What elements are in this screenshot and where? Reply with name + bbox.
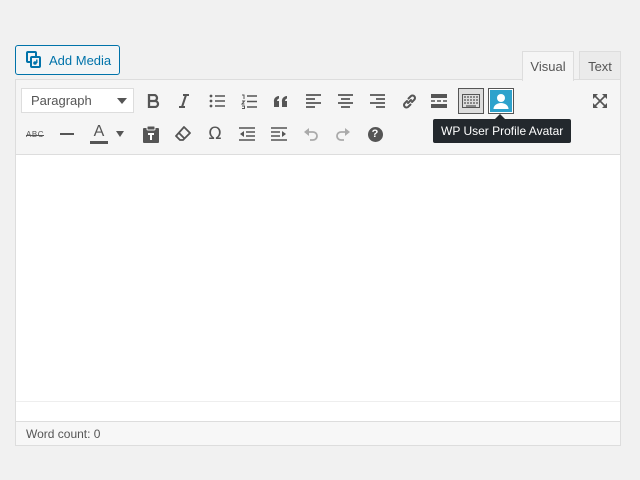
help-button[interactable]: ? <box>362 121 388 147</box>
text-color-button[interactable]: A <box>86 121 112 147</box>
indent-icon <box>271 127 287 141</box>
outdent-button[interactable] <box>234 121 260 147</box>
paste-as-text-button[interactable] <box>138 121 164 147</box>
editor: Paragraph A Ω ? WP User Profile Avatar W… <box>15 79 621 446</box>
help-glyph: ? <box>371 128 379 140</box>
undo-button[interactable] <box>298 121 324 147</box>
fullscreen-icon <box>592 93 608 109</box>
blockquote-icon <box>273 95 289 108</box>
read-more-button[interactable] <box>426 88 452 114</box>
text-color-dropdown[interactable] <box>112 121 128 147</box>
editor-toolbar: Paragraph A Ω ? WP User Profile Avatar <box>16 80 620 155</box>
tab-text[interactable]: Text <box>579 51 621 80</box>
align-center-icon <box>337 94 353 108</box>
horizontal-line-icon <box>60 132 74 136</box>
chevron-down-icon <box>117 98 127 104</box>
status-bar: Word count: 0 <box>16 421 620 445</box>
format-select-value: Paragraph <box>31 93 92 108</box>
toolbar-toggle-icon <box>462 94 480 108</box>
bold-icon <box>146 94 160 108</box>
strikethrough-icon: ABC <box>26 130 44 139</box>
bold-button[interactable] <box>140 88 166 114</box>
clear-formatting-button[interactable] <box>170 121 196 147</box>
insert-link-icon <box>401 93 418 110</box>
add-media-button[interactable]: Add Media <box>15 45 120 75</box>
user-avatar-icon <box>490 90 512 112</box>
align-right-icon <box>369 94 385 108</box>
redo-icon <box>335 127 351 141</box>
strikethrough-button[interactable]: ABC <box>22 121 48 147</box>
format-select[interactable]: Paragraph <box>21 88 134 113</box>
align-left-icon <box>305 94 321 108</box>
indent-button[interactable] <box>266 121 292 147</box>
bulleted-list-button[interactable] <box>204 88 230 114</box>
clear-formatting-icon <box>175 126 191 142</box>
text-color-icon: A <box>90 124 108 144</box>
numbered-list-icon <box>241 94 257 109</box>
special-character-button[interactable]: Ω <box>202 121 228 147</box>
italic-button[interactable] <box>171 88 197 114</box>
editor-resize-handle[interactable] <box>16 401 620 421</box>
user-avatar-button[interactable] <box>488 88 514 114</box>
fullscreen-button[interactable] <box>587 88 613 114</box>
add-media-label: Add Media <box>49 52 112 68</box>
toolbar-toggle-button[interactable] <box>458 88 484 114</box>
read-more-icon <box>431 94 447 108</box>
align-right-button[interactable] <box>364 88 390 114</box>
italic-icon <box>177 94 191 108</box>
insert-link-button[interactable] <box>396 88 422 114</box>
align-center-button[interactable] <box>332 88 358 114</box>
add-media-icon <box>25 51 43 69</box>
redo-button[interactable] <box>330 121 356 147</box>
bulleted-list-icon <box>209 94 225 108</box>
tab-visual[interactable]: Visual <box>522 51 574 81</box>
horizontal-line-button[interactable] <box>54 121 80 147</box>
special-character-icon: Ω <box>208 124 222 144</box>
word-count: Word count: 0 <box>26 426 101 441</box>
blockquote-button[interactable] <box>268 88 294 114</box>
paste-as-text-icon <box>143 125 159 143</box>
chevron-down-icon <box>116 131 124 137</box>
numbered-list-button[interactable] <box>236 88 262 114</box>
undo-icon <box>303 127 319 141</box>
text-color-glyph: A <box>93 123 105 140</box>
tooltip: WP User Profile Avatar <box>433 114 572 143</box>
outdent-icon <box>239 127 255 141</box>
align-left-button[interactable] <box>300 88 326 114</box>
help-icon: ? <box>367 126 383 142</box>
editor-content-area[interactable] <box>16 155 620 401</box>
